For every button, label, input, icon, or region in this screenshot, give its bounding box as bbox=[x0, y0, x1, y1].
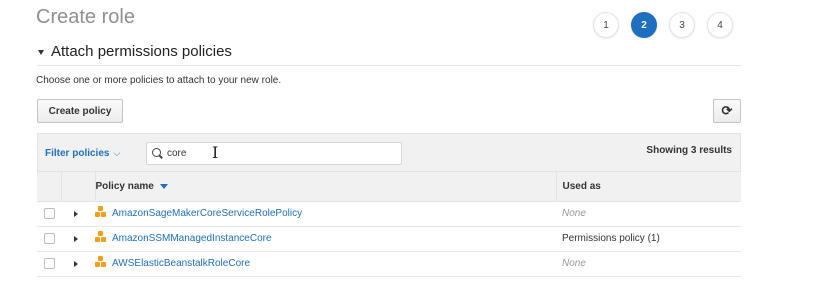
row-checkbox[interactable] bbox=[44, 258, 55, 269]
refresh-icon: ⟳ bbox=[721, 103, 733, 118]
step-4[interactable]: 4 bbox=[707, 12, 733, 38]
create-policy-button[interactable]: Create policy bbox=[37, 99, 123, 123]
step-3[interactable]: 3 bbox=[669, 12, 695, 38]
row-checkbox[interactable] bbox=[44, 233, 55, 244]
policy-cube-icon bbox=[95, 255, 107, 268]
table-row[interactable]: AmazonSSMManagedInstanceCore Permissions… bbox=[37, 226, 741, 252]
expand-row-icon[interactable] bbox=[74, 235, 78, 242]
search-icon bbox=[152, 147, 164, 160]
filter-bar: Filter policies ⌵ I Showing 3 results bbox=[37, 133, 741, 172]
filter-policies-label: Filter policies bbox=[45, 148, 110, 159]
section-header[interactable]: Attach permissions policies bbox=[38, 42, 741, 66]
wizard-steps: 1 2 3 4 bbox=[593, 12, 733, 38]
header-expand-column bbox=[61, 172, 96, 202]
expand-row-icon[interactable] bbox=[74, 210, 78, 217]
page-title: Create role bbox=[36, 6, 135, 28]
policy-name-link[interactable]: AmazonSSMManagedInstanceCore bbox=[112, 233, 272, 244]
collapse-caret-icon[interactable] bbox=[38, 49, 44, 55]
sort-desc-icon[interactable] bbox=[159, 183, 168, 189]
used-as-value: Permissions policy (1) bbox=[556, 226, 741, 252]
policy-cube-icon bbox=[95, 205, 107, 218]
used-as-value: None bbox=[556, 201, 741, 227]
table-row[interactable]: AmazonSageMakerCoreServiceRolePolicy Non… bbox=[37, 201, 741, 227]
expand-row-icon[interactable] bbox=[74, 260, 78, 267]
results-count: Showing 3 results bbox=[646, 145, 732, 156]
text-cursor-icon: I bbox=[212, 143, 219, 162]
header-select-column bbox=[37, 172, 62, 202]
table-header-row: Policy name Used as bbox=[37, 172, 741, 202]
section-description: Choose one or more policies to attach to… bbox=[36, 75, 282, 86]
policy-cube-icon bbox=[95, 230, 107, 243]
filter-policies-dropdown[interactable]: Filter policies ⌵ bbox=[45, 148, 120, 159]
used-as-value: None bbox=[556, 251, 741, 277]
header-policy-name[interactable]: Policy name bbox=[95, 172, 557, 202]
header-policy-name-label: Policy name bbox=[95, 180, 154, 192]
step-2-active[interactable]: 2 bbox=[631, 12, 657, 38]
row-checkbox[interactable] bbox=[44, 208, 55, 219]
section-title: Attach permissions policies bbox=[51, 42, 232, 60]
step-1[interactable]: 1 bbox=[593, 12, 619, 38]
chevron-down-icon: ⌵ bbox=[113, 148, 121, 158]
table-row[interactable]: AWSElasticBeanstalkRoleCore None bbox=[37, 251, 741, 277]
search-input[interactable] bbox=[167, 148, 367, 159]
policies-table: Policy name Used as AmazonSageMakerCoreS… bbox=[37, 172, 741, 277]
policy-name-link[interactable]: AmazonSageMakerCoreServiceRolePolicy bbox=[112, 208, 302, 219]
policy-name-link[interactable]: AWSElasticBeanstalkRoleCore bbox=[112, 258, 250, 269]
header-used-as[interactable]: Used as bbox=[556, 172, 741, 202]
refresh-button[interactable]: ⟳ bbox=[713, 99, 741, 123]
search-box[interactable] bbox=[146, 142, 402, 165]
